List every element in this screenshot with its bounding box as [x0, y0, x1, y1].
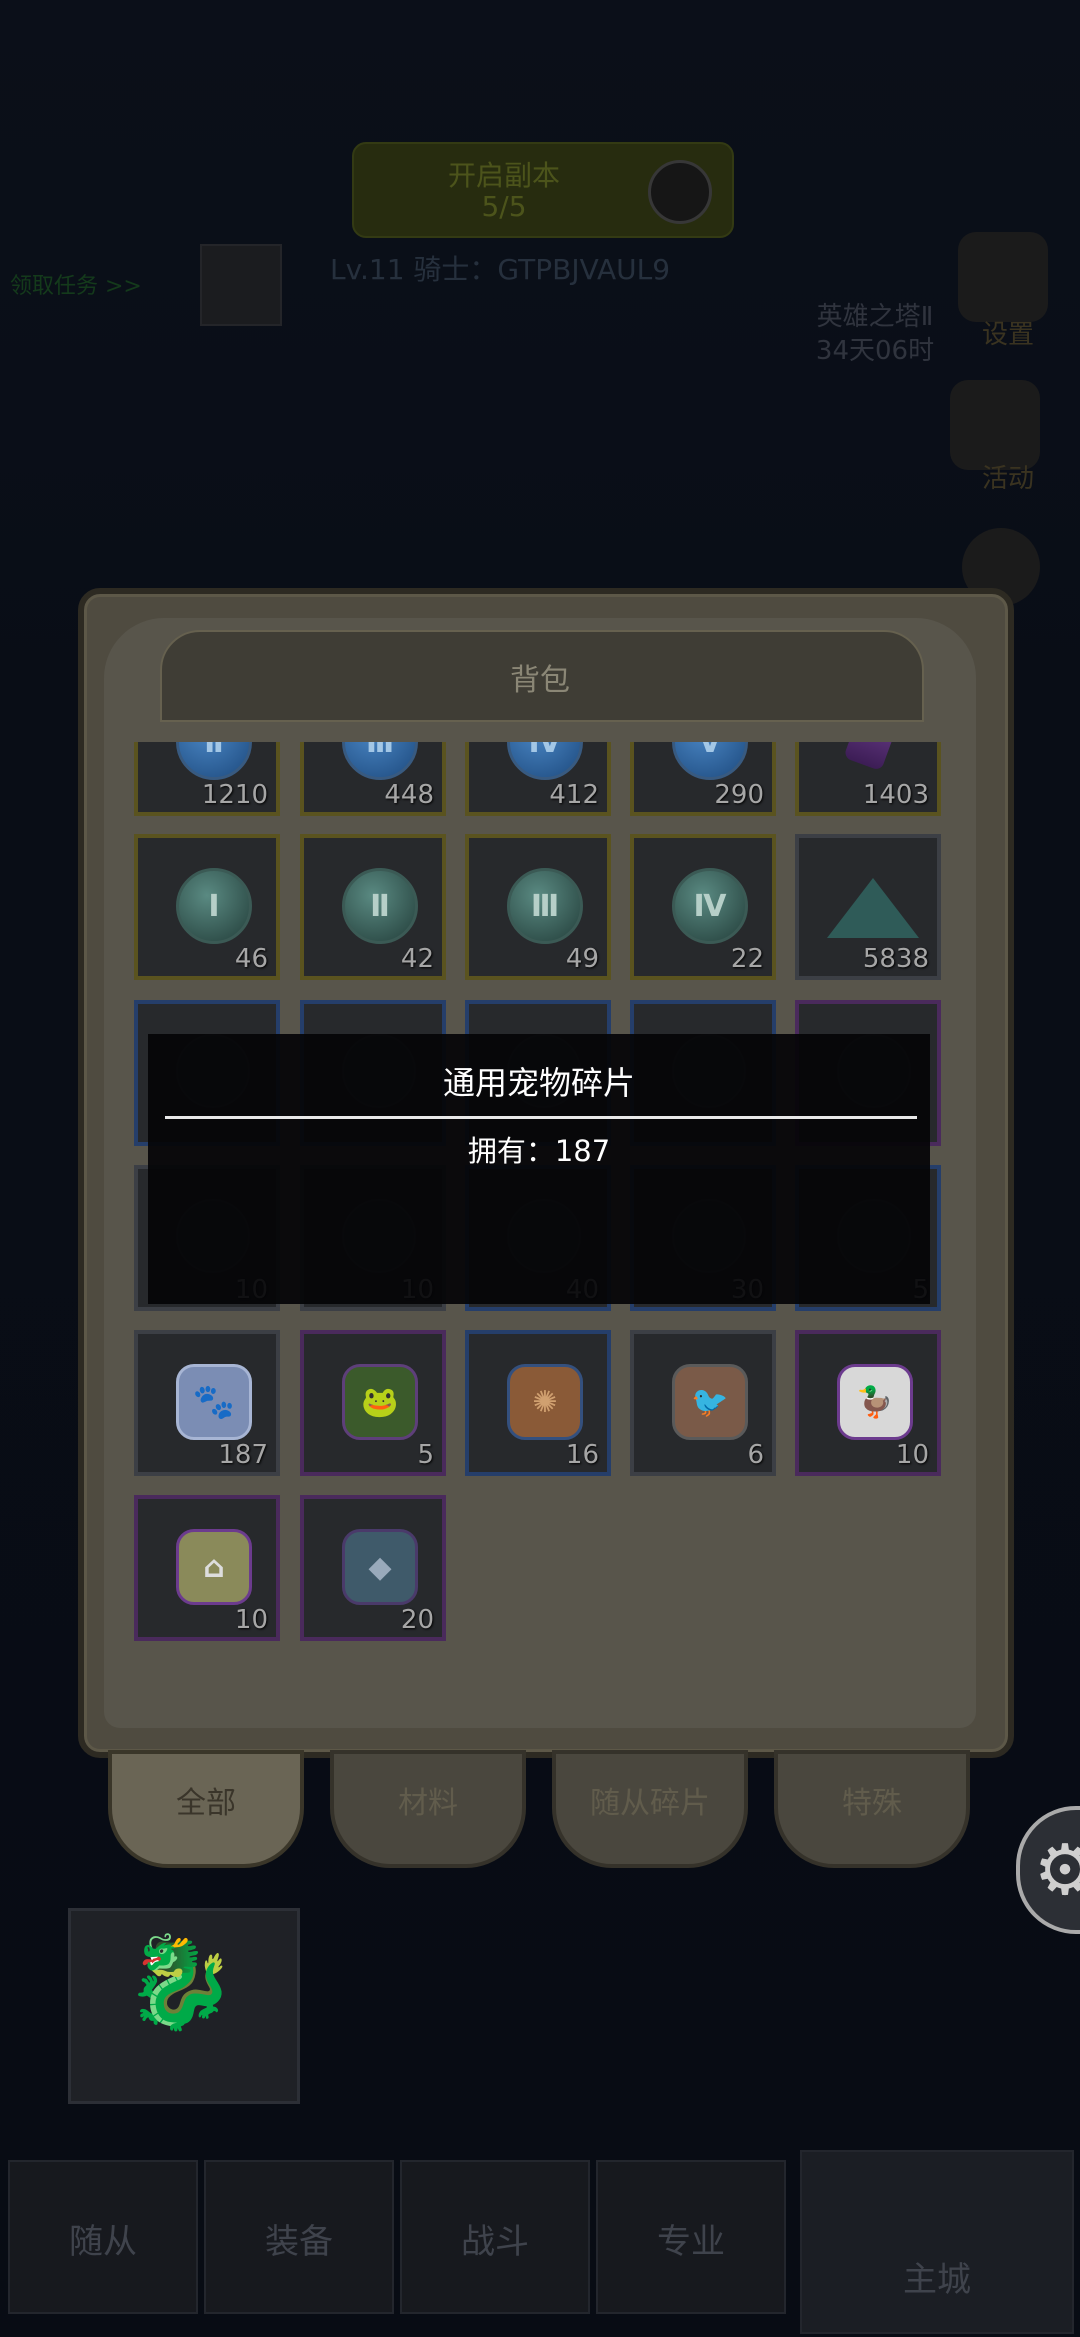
nav-followers[interactable]: 随从: [8, 2160, 198, 2314]
item-count: 5: [417, 1440, 434, 1470]
item-count: 5838: [862, 944, 929, 974]
item-count: 1210: [201, 780, 268, 810]
inventory-slot[interactable]: ◆ 20: [300, 1495, 446, 1641]
nav-label: 主城: [903, 2260, 971, 2300]
item-count: 290: [714, 780, 764, 810]
roman-II-blue-icon: Ⅱ: [176, 742, 252, 780]
tab-label: 特殊: [842, 1786, 902, 1821]
paw-hex-icon: 🐾: [176, 1364, 252, 1440]
item-count: 46: [234, 944, 268, 974]
bird-hex-icon: 🐦: [672, 1364, 748, 1440]
item-count: 412: [549, 780, 599, 810]
inventory-slot[interactable]: Ⅱ 42: [300, 834, 446, 980]
item-count: 42: [400, 944, 434, 974]
inventory-slot[interactable]: Ⅰ 46: [134, 834, 280, 980]
inventory-slot[interactable]: Ⅱ 1210: [134, 742, 280, 816]
tab-materials[interactable]: 材料: [330, 1750, 526, 1868]
nav-battle[interactable]: 战斗: [400, 2160, 590, 2314]
tab-all[interactable]: 全部: [108, 1750, 304, 1868]
teal-pyramid-icon: [827, 878, 919, 938]
nav-label: 装备: [265, 2222, 333, 2262]
inventory-slot[interactable]: Ⅲ 448: [300, 742, 446, 816]
inventory-slot[interactable]: ⌂ 10: [134, 1495, 280, 1641]
inventory-slot[interactable]: 1403: [795, 742, 941, 816]
item-count: 20: [400, 1605, 434, 1635]
tooltip-divider: [165, 1116, 917, 1119]
roman-V-blue-icon: Ⅴ: [672, 742, 748, 780]
item-count: 10: [234, 1605, 268, 1635]
item-count: 16: [565, 1440, 599, 1470]
tab-special[interactable]: 特殊: [774, 1750, 970, 1868]
inventory-slot[interactable]: 5838: [795, 834, 941, 980]
nav-main-city[interactable]: 主城: [800, 2150, 1074, 2334]
item-count: 22: [730, 944, 764, 974]
item-count: 448: [384, 780, 434, 810]
ball-hex-icon: ✺: [507, 1364, 583, 1440]
roman-II-teal-icon: Ⅱ: [342, 868, 418, 944]
roman-IV-blue-icon: Ⅳ: [507, 742, 583, 780]
nav-label: 战斗: [461, 2222, 529, 2262]
roman-IV-teal-icon: Ⅳ: [672, 868, 748, 944]
roman-I-teal-icon: Ⅰ: [176, 868, 252, 944]
tab-follower-shards[interactable]: 随从碎片: [552, 1750, 748, 1868]
inventory-slot[interactable]: Ⅴ 290: [630, 742, 776, 816]
item-count: 49: [565, 944, 599, 974]
purple-crystal-icon: [843, 742, 901, 772]
tooltip-owned-count: 拥有：187: [467, 1134, 611, 1168]
inventory-slot[interactable]: 🐾 187: [134, 1330, 280, 1476]
duck-hex-icon: 🦆: [837, 1364, 913, 1440]
backpack-title: 背包: [510, 663, 570, 698]
fish-hex-icon: ◆: [342, 1529, 418, 1605]
tooltip-item-name: 通用宠物碎片: [442, 1064, 635, 1102]
inventory-slot[interactable]: 🐸 5: [300, 1330, 446, 1476]
nav-label: 专业: [657, 2222, 725, 2262]
item-count: 187: [218, 1440, 268, 1470]
inventory-slot[interactable]: Ⅳ 22: [630, 834, 776, 980]
inventory-slot[interactable]: ✺ 16: [465, 1330, 611, 1476]
inventory-slot[interactable]: 🦆 10: [795, 1330, 941, 1476]
house-hex-icon: ⌂: [176, 1529, 252, 1605]
inventory-slot[interactable]: Ⅳ 412: [465, 742, 611, 816]
item-count: 10: [895, 1440, 929, 1470]
nav-profession[interactable]: 专业: [596, 2160, 786, 2314]
tab-label: 全部: [176, 1786, 236, 1821]
tab-label: 材料: [398, 1786, 458, 1821]
inventory-slot[interactable]: 🐦 6: [630, 1330, 776, 1476]
item-count: 1403: [862, 780, 929, 810]
dragon-pet-icon: 🐉: [123, 1930, 237, 2035]
tab-label: 随从碎片: [590, 1786, 710, 1821]
item-count: 6: [747, 1440, 764, 1470]
inventory-slot[interactable]: Ⅲ 49: [465, 834, 611, 980]
nav-equipment[interactable]: 装备: [204, 2160, 394, 2314]
roman-III-blue-icon: Ⅲ: [342, 742, 418, 780]
frog-hex-icon: 🐸: [342, 1364, 418, 1440]
roman-III-teal-icon: Ⅲ: [507, 868, 583, 944]
nav-label: 随从: [69, 2222, 137, 2262]
